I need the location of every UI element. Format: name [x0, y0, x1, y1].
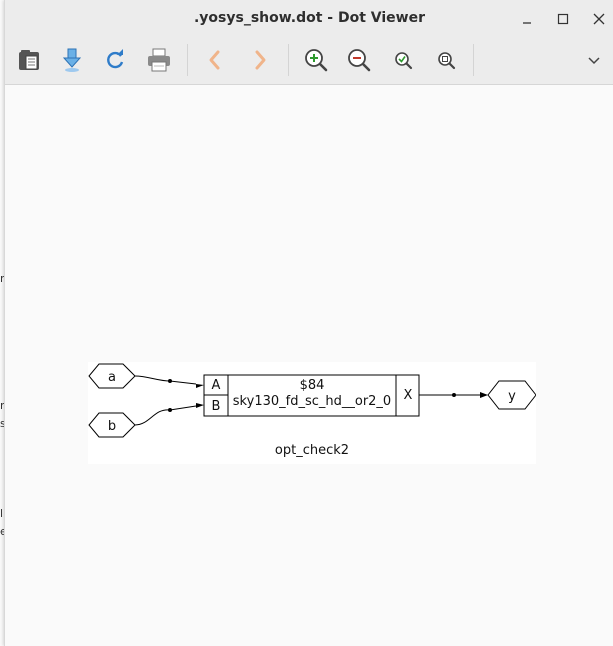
toolbar-separator	[288, 44, 289, 76]
zoom-100-icon	[438, 52, 456, 70]
output-port-y-label: y	[508, 389, 516, 404]
cell-port-A: A	[212, 378, 221, 393]
zoom-out-button[interactable]	[345, 46, 373, 74]
toolbar	[5, 36, 613, 85]
cell-port-X: X	[404, 388, 413, 403]
zoom-in-button[interactable]	[302, 46, 330, 74]
edge-junction-dot	[168, 379, 172, 383]
cell-port-B: B	[212, 399, 221, 414]
overflow-menu-button[interactable]	[580, 46, 608, 74]
save-download-icon	[62, 48, 82, 72]
zoom-in-icon	[305, 49, 328, 72]
print-icon	[148, 48, 170, 72]
forward-icon	[255, 50, 266, 70]
reload-button[interactable]	[101, 46, 129, 74]
reload-icon	[107, 49, 124, 69]
toolbar-separator	[473, 44, 474, 76]
cell-type: sky130_fd_sc_hd__or2_0	[233, 394, 391, 409]
title-bar[interactable]: .yosys_show.dot - Dot Viewer	[5, 0, 613, 36]
module-name-label: opt_check2	[275, 443, 349, 458]
graph-canvas[interactable]: a b A B $84 sky130_fd_sc_hd__or2_0 X y o…	[5, 85, 613, 646]
save-button[interactable]	[58, 46, 86, 74]
input-port-a-label: a	[108, 370, 116, 385]
input-port-b-label: b	[108, 419, 116, 434]
back-icon	[209, 50, 220, 70]
netlist-graph: a b A B $84 sky130_fd_sc_hd__or2_0 X y o…	[88, 362, 536, 464]
zoom-100-button[interactable]	[432, 46, 460, 74]
cell-node[interactable]: A B $84 sky130_fd_sc_hd__or2_0 X	[203, 374, 420, 417]
dot-viewer-window: .yosys_show.dot - Dot Viewer a b A B $84…	[4, 0, 613, 646]
cell-id: $84	[300, 378, 325, 393]
forward-button[interactable]	[246, 46, 274, 74]
chevron-down-icon	[588, 57, 600, 65]
print-button[interactable]	[145, 46, 173, 74]
open-button[interactable]	[15, 46, 43, 74]
zoom-fit-button[interactable]	[389, 46, 417, 74]
edge-junction-dot	[168, 408, 172, 412]
open-icon	[19, 50, 39, 70]
zoom-out-icon	[348, 49, 371, 72]
toolbar-separator	[187, 44, 188, 76]
minimize-button[interactable]	[516, 8, 538, 30]
maximize-button[interactable]	[552, 8, 574, 30]
zoom-fit-icon	[395, 52, 413, 70]
edge-junction-dot	[452, 393, 456, 397]
close-button[interactable]	[588, 8, 610, 30]
back-button[interactable]	[201, 46, 229, 74]
